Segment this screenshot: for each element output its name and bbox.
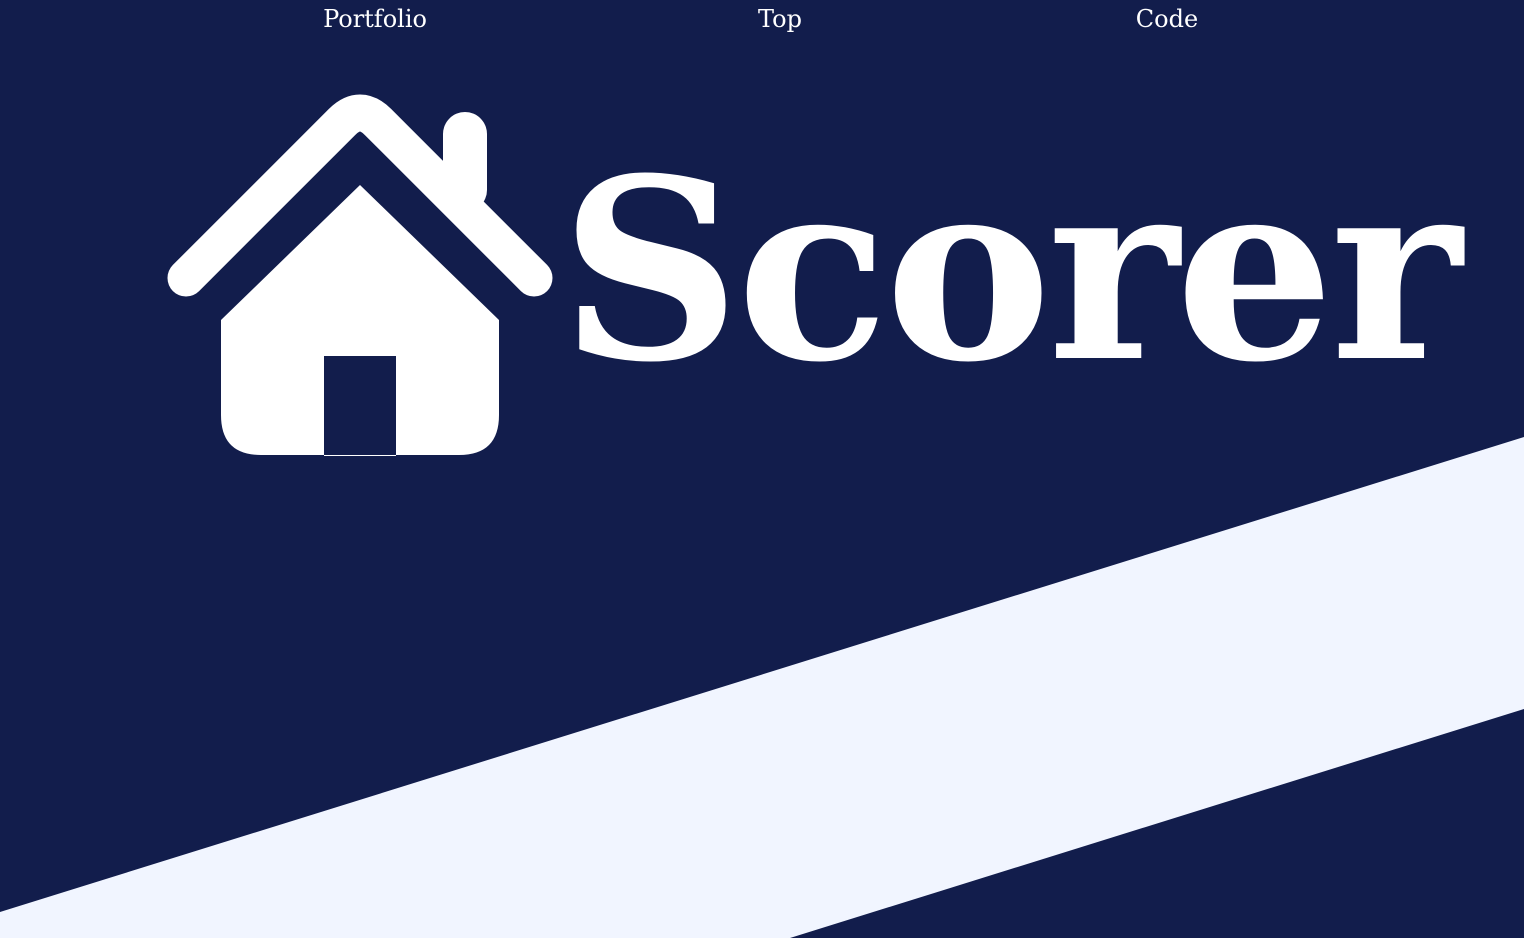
nav-link-top[interactable]: Top [758, 2, 802, 36]
nav-link-code[interactable]: Code [1136, 2, 1198, 36]
hero-title: Scorer [560, 123, 1462, 417]
top-nav: Portfolio Top Code [0, 0, 1524, 40]
house-icon [167, 94, 553, 456]
page: Portfolio Top Code Scorer [0, 0, 1524, 938]
nav-link-portfolio[interactable]: Portfolio [323, 2, 427, 36]
